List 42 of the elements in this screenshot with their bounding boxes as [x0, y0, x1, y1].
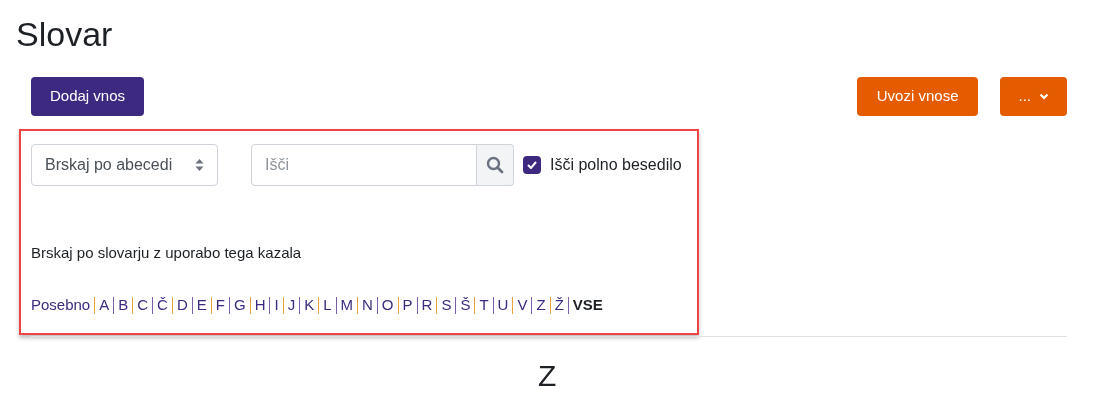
checkbox-label: Išči polno besedilo — [550, 155, 682, 175]
check-icon — [527, 161, 537, 169]
letter-link[interactable]: T — [479, 294, 489, 317]
browse-select[interactable]: Brskaj po abecedi — [31, 144, 218, 186]
letter-link[interactable]: R — [421, 294, 433, 317]
letter-link[interactable]: F — [215, 294, 225, 317]
letter-link[interactable]: A — [99, 294, 110, 317]
current-letter: VSE — [572, 295, 603, 315]
letter-link[interactable]: U — [497, 294, 509, 317]
letter-link[interactable]: N — [362, 294, 373, 317]
full-text-checkbox[interactable] — [523, 156, 541, 174]
letter-link[interactable]: P — [402, 294, 413, 317]
letter-link[interactable]: Z — [536, 294, 546, 317]
import-button[interactable]: Uvozi vnose — [856, 77, 979, 116]
letter-link[interactable]: S — [441, 294, 452, 317]
letter-link[interactable]: K — [304, 294, 315, 317]
letter-link[interactable]: D — [176, 294, 188, 317]
letter-link[interactable]: B — [118, 294, 129, 317]
sort-icon — [195, 158, 204, 172]
search-icon — [486, 156, 504, 174]
letter-link[interactable]: V — [517, 294, 528, 317]
add-entry-button[interactable]: Dodaj vnos — [31, 77, 145, 116]
search-field[interactable]: Išči — [251, 144, 477, 186]
letter-link[interactable]: E — [196, 294, 207, 317]
letter-link[interactable]: I — [274, 294, 279, 317]
letter-link[interactable]: H — [254, 294, 266, 317]
letter-link[interactable]: C — [137, 294, 149, 317]
letter-link[interactable]: Č — [157, 294, 168, 317]
letter-link[interactable]: O — [381, 294, 394, 317]
letter-link[interactable]: L — [323, 294, 332, 317]
letter-link[interactable]: Posebno — [31, 294, 91, 317]
page-title: Slovar — [16, 14, 113, 55]
search-button[interactable] — [477, 144, 514, 186]
letter-link[interactable]: Ž — [554, 294, 564, 317]
letter-link[interactable]: M — [340, 294, 353, 317]
index-hint: Brskaj po slovarju z uporabo tega kazala — [31, 243, 302, 263]
letter-link[interactable]: G — [233, 294, 246, 317]
section-heading: Z — [538, 358, 557, 394]
chevron-down-icon — [1039, 93, 1049, 100]
more-menu-button[interactable]: ... — [1000, 77, 1067, 116]
letter-link[interactable]: J — [287, 294, 296, 317]
letter-link[interactable]: Š — [460, 294, 471, 317]
